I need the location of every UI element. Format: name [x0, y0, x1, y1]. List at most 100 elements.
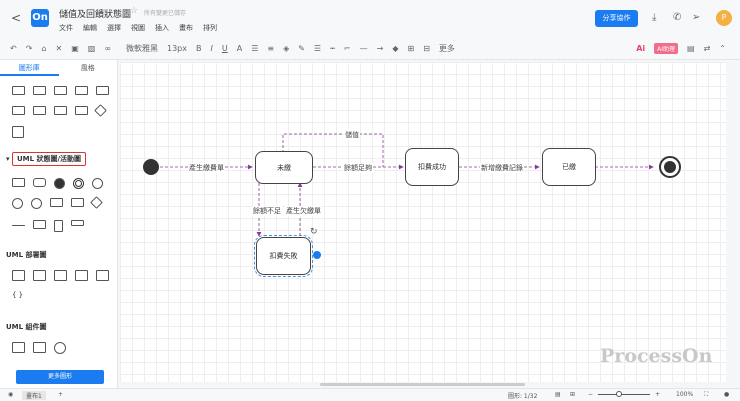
diagram-canvas[interactable]: 未繳 扣費成功 已繳 扣費失敗 產生繳費單 餘額足夠 儲值 新增繳費記錄 餘額不…	[120, 62, 726, 382]
more-shapes-button[interactable]: 更多圖形	[16, 370, 104, 384]
shape[interactable]	[12, 178, 25, 187]
horizontal-scrollbar[interactable]	[320, 383, 525, 386]
shape[interactable]	[54, 220, 63, 232]
section-uml-state[interactable]: ▾ UML 狀態圖/活動圖	[6, 152, 87, 166]
phone-icon[interactable]: ✆	[673, 12, 681, 23]
ai-icon[interactable]: Ai	[636, 44, 645, 53]
help-icon[interactable]: ●	[724, 391, 729, 398]
shape[interactable]	[12, 106, 25, 115]
menu-select[interactable]: 選擇	[107, 23, 121, 33]
undo-icon[interactable]: ↶	[10, 44, 17, 53]
shape[interactable]	[12, 198, 23, 209]
shape[interactable]	[12, 126, 24, 138]
shape[interactable]	[75, 270, 88, 281]
layer-icon[interactable]: ◆	[392, 44, 398, 53]
tab-style[interactable]: 風格	[59, 60, 118, 76]
menu-edit[interactable]: 編輯	[83, 23, 97, 33]
section-uml-deployment[interactable]: UML 部署圖	[6, 250, 47, 260]
shape[interactable]	[33, 86, 46, 95]
align-icon[interactable]: ≡	[267, 44, 274, 53]
state-charge-failed[interactable]: 扣費失敗	[254, 235, 313, 277]
shape[interactable]	[54, 106, 67, 115]
shape[interactable]	[54, 86, 67, 95]
collapse-icon[interactable]: ⌃	[719, 44, 726, 53]
ai-assistant-button[interactable]: AI助理	[654, 43, 679, 54]
shape[interactable]	[92, 178, 103, 189]
shape[interactable]	[12, 342, 25, 353]
zoom-in-button[interactable]: +	[655, 391, 660, 398]
add-connection-handle[interactable]	[313, 251, 321, 259]
send-icon[interactable]: ➢	[692, 12, 700, 23]
shape[interactable]	[33, 106, 46, 115]
fullscreen-icon[interactable]: ⛶	[704, 391, 708, 399]
shape[interactable]	[31, 198, 42, 209]
line-width-icon[interactable]: ☰	[314, 44, 321, 53]
underline-icon[interactable]: U	[222, 44, 228, 53]
shape[interactable]	[96, 86, 109, 95]
line-color-icon[interactable]: ✎	[298, 44, 305, 53]
zoom-out-button[interactable]: −	[588, 391, 593, 398]
shape[interactable]	[96, 270, 109, 281]
back-button[interactable]: <	[11, 11, 21, 25]
shape[interactable]	[94, 104, 107, 117]
shape[interactable]	[33, 220, 46, 229]
connector-icon[interactable]: ⌐	[344, 44, 351, 53]
edge-label[interactable]: 儲值	[344, 130, 360, 140]
menu-file[interactable]: 文件	[59, 23, 73, 33]
fit-width-icon[interactable]: ⊞	[570, 391, 575, 398]
shape[interactable]	[12, 225, 25, 226]
settings-toggle-icon[interactable]: ⇄	[704, 44, 711, 53]
tab-shape-library[interactable]: 圖形庫	[0, 60, 59, 76]
distribute-icon[interactable]: ⊞	[407, 44, 414, 53]
menu-arrange[interactable]: 排列	[203, 23, 217, 33]
shape[interactable]	[71, 220, 84, 226]
shape-icon[interactable]: ▣	[71, 44, 79, 53]
menu-insert[interactable]: 插入	[155, 23, 169, 33]
menu-canvas[interactable]: 畫布	[179, 23, 193, 33]
clear-format-icon[interactable]: ✕	[55, 44, 62, 53]
edge-label[interactable]: 產生欠繳單	[285, 206, 322, 216]
section-uml-component[interactable]: UML 組件圖	[6, 322, 47, 332]
state-paid[interactable]: 已繳	[542, 148, 596, 186]
edge-label[interactable]: 新增繳費記錄	[480, 163, 524, 173]
shape[interactable]	[33, 178, 46, 187]
final-state-shape[interactable]	[73, 178, 84, 189]
page-setup-icon[interactable]: ▤	[687, 44, 695, 53]
edge-label[interactable]: 餘額不足	[252, 206, 282, 216]
braces-shape[interactable]: { }	[12, 291, 23, 299]
fit-page-icon[interactable]: ▤	[555, 391, 561, 398]
document-title[interactable]: 儲值及回饋狀態圖	[59, 7, 131, 20]
zoom-slider-thumb[interactable]	[616, 391, 622, 397]
link-icon[interactable]: ∞	[104, 44, 111, 53]
layers-icon[interactable]: ◉	[8, 391, 13, 398]
shape[interactable]	[90, 196, 103, 209]
bold-icon[interactable]: B	[196, 44, 202, 53]
shape[interactable]	[75, 106, 88, 115]
edge-label[interactable]: 產生繳費單	[188, 163, 225, 173]
line-start-icon[interactable]: —	[360, 44, 368, 53]
initial-state-shape[interactable]	[54, 178, 65, 189]
shape[interactable]	[54, 270, 67, 281]
state-unpaid[interactable]: 未繳	[255, 151, 313, 184]
avatar[interactable]: P	[716, 10, 732, 26]
menu-view[interactable]: 視圖	[131, 23, 145, 33]
shape[interactable]	[50, 198, 63, 207]
download-icon[interactable]: ⤓	[652, 12, 656, 23]
more-button[interactable]: 更多	[439, 43, 455, 54]
shape[interactable]	[33, 342, 46, 353]
line-end-icon[interactable]: →	[377, 44, 384, 53]
shape[interactable]	[12, 86, 25, 95]
share-button[interactable]: 分享協作	[595, 10, 638, 27]
line-height-icon[interactable]: ☰	[251, 44, 258, 53]
image-icon[interactable]: ▨	[88, 44, 96, 53]
table-icon[interactable]: ⊟	[423, 44, 430, 53]
font-size-select[interactable]: 13px	[167, 44, 187, 53]
shape[interactable]	[71, 198, 84, 207]
line-style-icon[interactable]: ┅	[330, 44, 335, 53]
fill-icon[interactable]: ◈	[283, 44, 289, 53]
redo-icon[interactable]: ↷	[26, 44, 33, 53]
shape[interactable]	[54, 342, 66, 354]
edge-label[interactable]: 餘額足夠	[343, 163, 373, 173]
add-page-button[interactable]: +	[58, 391, 63, 398]
shape[interactable]	[75, 86, 88, 95]
